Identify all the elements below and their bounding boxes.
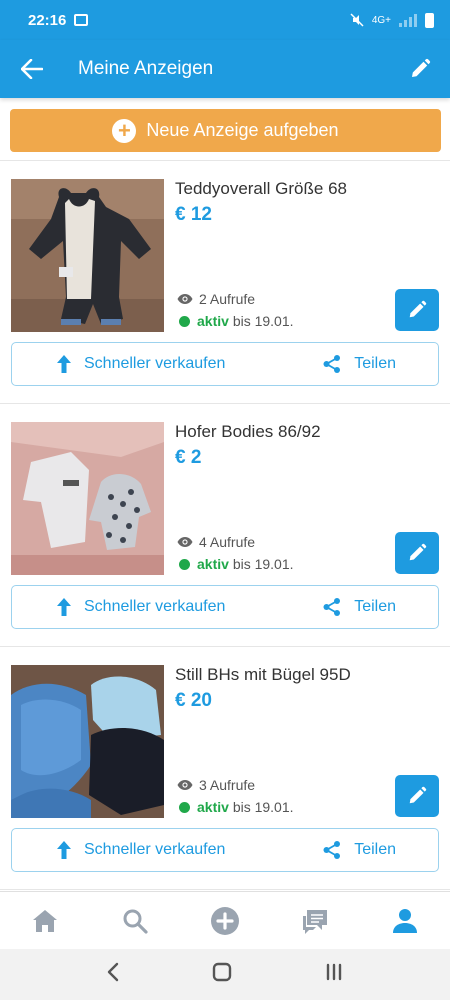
- new-ad-button[interactable]: + Neue Anzeige aufgeben: [10, 109, 441, 152]
- listing-photo[interactable]: [11, 422, 164, 575]
- sell-faster-button[interactable]: Schneller verkaufen: [56, 597, 225, 617]
- system-navigation-bar: [0, 949, 450, 1000]
- views-count: 3 Aufrufe: [199, 777, 256, 793]
- views-row: 2 Aufrufe: [177, 291, 255, 307]
- views-row: 4 Aufrufe: [177, 534, 255, 550]
- share-button[interactable]: Teilen: [322, 354, 396, 374]
- views-row: 3 Aufrufe: [177, 777, 255, 793]
- status-active: aktiv: [197, 313, 229, 329]
- listing-price: € 12: [175, 204, 212, 225]
- sell-faster-button[interactable]: Schneller verkaufen: [56, 840, 225, 860]
- share-button[interactable]: Teilen: [322, 840, 396, 860]
- share-label: Teilen: [354, 598, 396, 615]
- listing-price: € 20: [175, 690, 212, 711]
- system-back-button[interactable]: [106, 962, 120, 987]
- listing-card[interactable]: Teddyoverall Größe 68 € 12 2 Aufrufe akt…: [0, 161, 450, 404]
- pencil-icon: [412, 58, 431, 77]
- listing-photo[interactable]: [11, 179, 164, 332]
- pencil-icon: [409, 786, 427, 804]
- status-time: 22:16: [28, 11, 67, 29]
- edit-mode-button[interactable]: [390, 40, 450, 98]
- listing-actions: Schneller verkaufen Teilen: [11, 342, 439, 386]
- views-count: 2 Aufrufe: [199, 291, 256, 307]
- home-icon: [33, 909, 57, 932]
- recents-icon: [326, 963, 342, 981]
- edit-listing-button[interactable]: [395, 532, 439, 574]
- status-active: aktiv: [197, 556, 229, 572]
- share-label: Teilen: [354, 355, 396, 372]
- listing-actions: Schneller verkaufen Teilen: [11, 828, 439, 872]
- status-row: aktiv bis 19.01.: [179, 556, 294, 572]
- edit-listing-button[interactable]: [395, 289, 439, 331]
- nav-home[interactable]: [0, 892, 90, 949]
- bottom-navigation: [0, 891, 450, 949]
- add-circle-icon: [211, 906, 239, 935]
- status-bar: 22:16 4G+: [0, 0, 450, 40]
- sell-faster-label: Schneller verkaufen: [84, 841, 226, 858]
- eye-icon: [177, 294, 193, 304]
- new-ad-label: Neue Anzeige aufgeben: [146, 120, 339, 140]
- nav-messages[interactable]: [270, 892, 360, 949]
- sell-faster-button[interactable]: Schneller verkaufen: [56, 354, 225, 374]
- share-button[interactable]: Teilen: [322, 597, 396, 617]
- listing-card[interactable]: Hofer Bodies 86/92 € 2 4 Aufrufe aktiv b…: [0, 404, 450, 647]
- arrow-up-icon: [57, 355, 71, 373]
- mute-icon: [350, 13, 364, 27]
- listing-title[interactable]: Still BHs mit Bügel 95D: [175, 665, 351, 685]
- app-bar: Meine Anzeigen: [0, 40, 450, 98]
- active-dot-icon: [179, 315, 190, 327]
- pencil-icon: [409, 300, 427, 318]
- chevron-left-icon: [107, 962, 119, 982]
- signal-icon: [399, 13, 417, 27]
- share-icon: [323, 598, 341, 616]
- status-row: aktiv bis 19.01.: [179, 313, 294, 329]
- nav-post-ad[interactable]: [180, 892, 270, 949]
- views-count: 4 Aufrufe: [199, 534, 256, 550]
- page-title: Meine Anzeigen: [78, 58, 214, 79]
- listing-actions: Schneller verkaufen Teilen: [11, 585, 439, 629]
- active-dot-icon: [179, 558, 190, 570]
- nav-search[interactable]: [90, 892, 180, 949]
- status-icons: 4G+: [350, 12, 434, 28]
- share-icon: [323, 355, 341, 373]
- listing-photo[interactable]: [11, 665, 164, 818]
- battery-icon: [425, 12, 434, 28]
- status-until: bis 19.01.: [232, 799, 294, 815]
- share-icon: [323, 841, 341, 859]
- listing-title[interactable]: Teddyoverall Größe 68: [175, 179, 347, 199]
- system-home-button[interactable]: [212, 962, 232, 987]
- listing-title[interactable]: Hofer Bodies 86/92: [175, 422, 321, 442]
- active-dot-icon: [179, 801, 190, 813]
- gallery-notification-icon: [74, 14, 89, 26]
- messages-icon: [303, 909, 327, 934]
- system-recents-button[interactable]: [324, 962, 344, 987]
- arrow-up-icon: [57, 841, 71, 859]
- search-icon: [123, 909, 148, 934]
- pencil-icon: [409, 543, 427, 561]
- status-until: bis 19.01.: [232, 556, 294, 572]
- profile-icon: [393, 908, 417, 933]
- status-until: bis 19.01.: [232, 313, 294, 329]
- status-row: aktiv bis 19.01.: [179, 799, 294, 815]
- edit-listing-button[interactable]: [395, 775, 439, 817]
- arrow-back-icon: [21, 59, 43, 79]
- share-label: Teilen: [354, 841, 396, 858]
- back-button[interactable]: [0, 40, 64, 98]
- nav-profile[interactable]: [360, 892, 450, 949]
- listing-price: € 2: [175, 447, 202, 468]
- sell-faster-label: Schneller verkaufen: [84, 598, 226, 615]
- network-type: 4G+: [371, 14, 391, 26]
- home-square-icon: [212, 962, 232, 982]
- eye-icon: [177, 780, 193, 790]
- arrow-up-icon: [57, 598, 71, 616]
- listing-card[interactable]: Still BHs mit Bügel 95D € 20 3 Aufrufe a…: [0, 647, 450, 890]
- eye-icon: [177, 537, 193, 547]
- plus-circle-icon: +: [112, 118, 137, 143]
- sell-faster-label: Schneller verkaufen: [84, 355, 226, 372]
- status-active: aktiv: [197, 799, 229, 815]
